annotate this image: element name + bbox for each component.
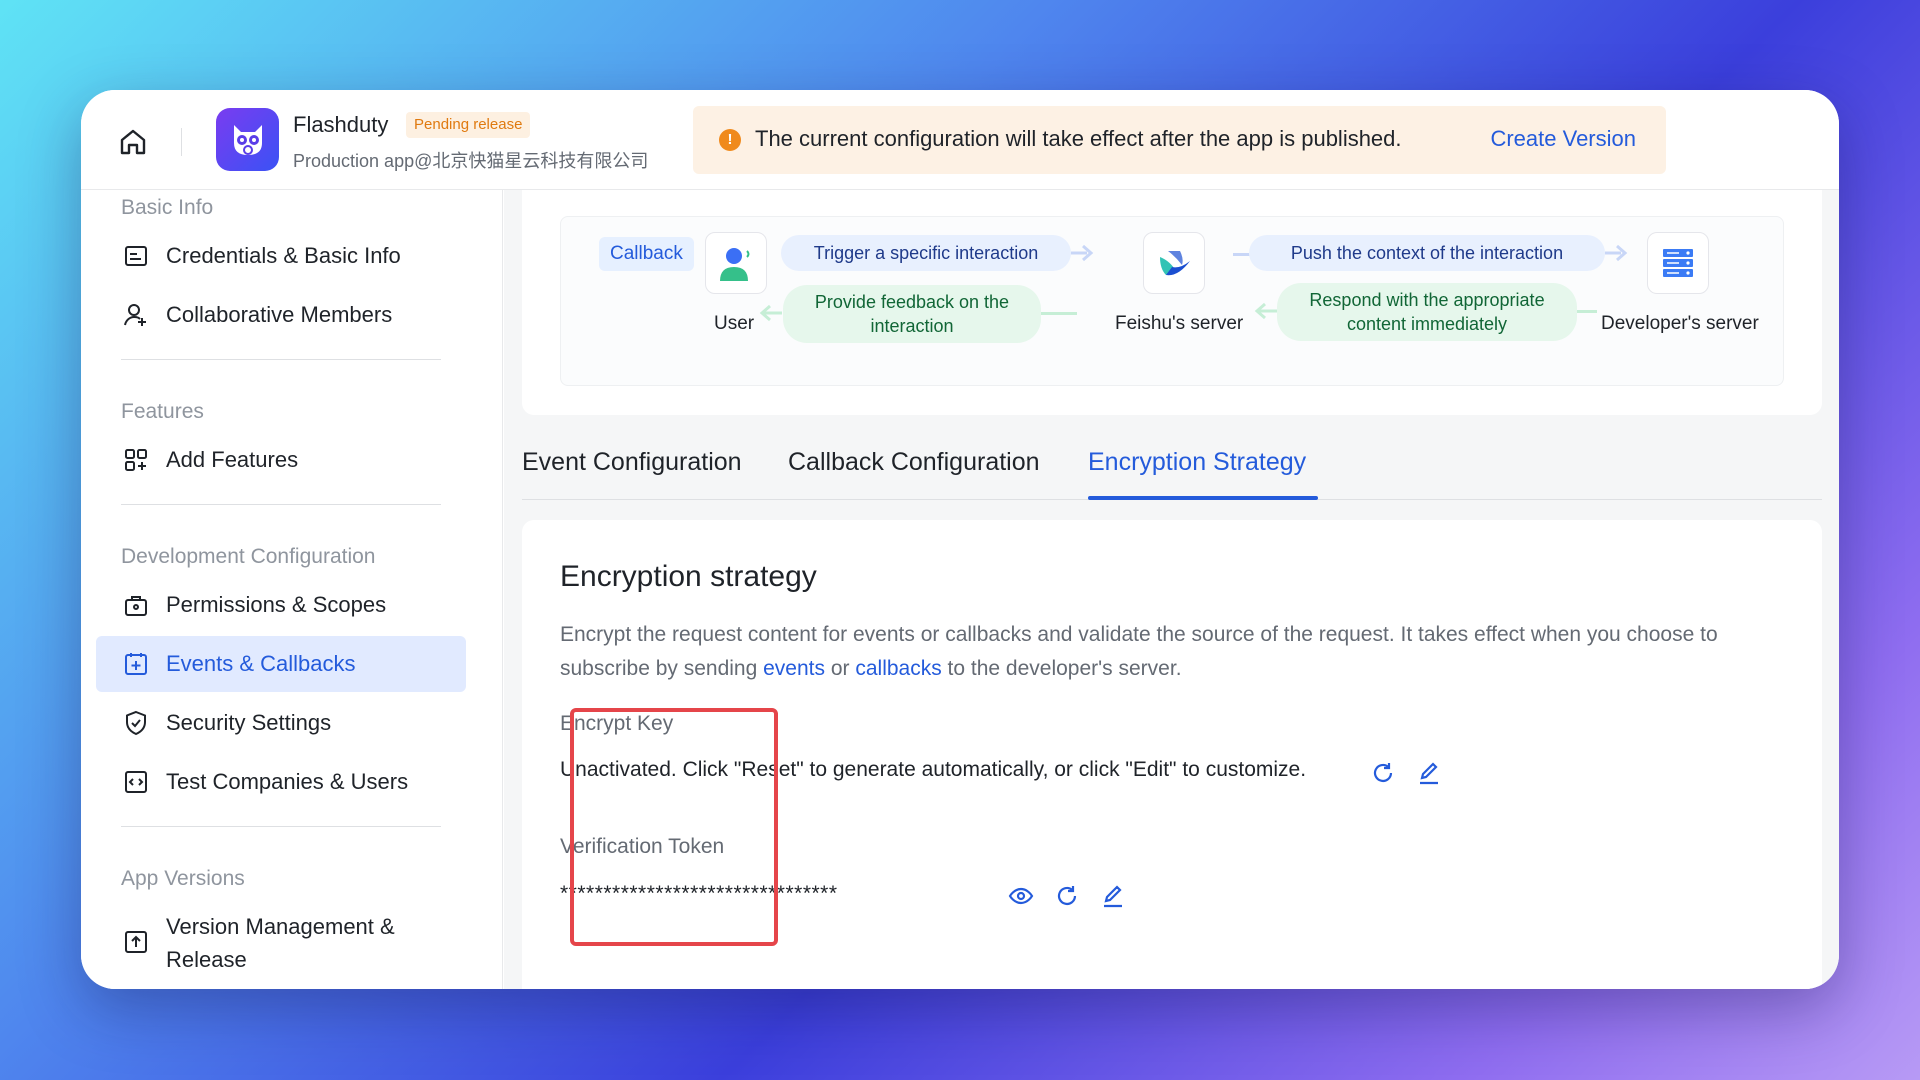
reset-icon[interactable] bbox=[1054, 883, 1080, 909]
sidebar-item-events-callbacks[interactable]: Events & Callbacks bbox=[96, 636, 466, 692]
sidebar-item-members[interactable]: Collaborative Members bbox=[96, 287, 466, 343]
sidebar-item-label: Add Features bbox=[166, 447, 299, 472]
app-name: Flashduty bbox=[293, 112, 389, 137]
app-window: Flashduty Pending release Production app… bbox=[81, 90, 1839, 989]
connector-line bbox=[1577, 310, 1597, 313]
sidebar-item-label: Permissions & Scopes bbox=[166, 592, 387, 617]
sidebar-item-add-features[interactable]: Add Features bbox=[96, 432, 466, 488]
edit-icon[interactable] bbox=[1416, 760, 1442, 786]
top-header: Flashduty Pending release Production app… bbox=[81, 90, 1839, 190]
code-window-icon bbox=[125, 771, 147, 793]
verification-token-value: ******************************** bbox=[560, 882, 838, 905]
feedback-line2: interaction bbox=[870, 316, 954, 336]
sidebar-divider bbox=[121, 826, 441, 827]
tab-event-configuration[interactable]: Event Configuration bbox=[522, 448, 742, 477]
feedback-pill: Provide feedback on the interaction bbox=[783, 285, 1041, 343]
section-description: Encrypt the request content for events o… bbox=[560, 618, 1800, 686]
sidebar-item-label: Test Companies & Users bbox=[166, 769, 409, 794]
arrow-left-icon bbox=[1254, 302, 1277, 320]
section-basic-info: Basic Info bbox=[121, 196, 214, 219]
user-label: User bbox=[714, 313, 755, 334]
section-features: Features bbox=[121, 400, 204, 423]
sidebar-item-label: Security Settings bbox=[166, 710, 332, 735]
create-version-link[interactable]: Create Version bbox=[1490, 126, 1636, 152]
cat-mascot-icon bbox=[233, 124, 262, 155]
edit-icon[interactable] bbox=[1100, 883, 1126, 909]
briefcase-lock-icon bbox=[125, 596, 147, 616]
sidebar-item-version-management[interactable]: Version Management & Release bbox=[96, 902, 466, 972]
status-badge: Pending release bbox=[406, 112, 531, 138]
sidebar-item-label: Version Management & Release bbox=[166, 910, 395, 976]
callbacks-link[interactable]: callbacks bbox=[855, 657, 941, 680]
trigger-pill: Trigger a specific interaction bbox=[781, 235, 1071, 271]
arrow-right-icon bbox=[1605, 244, 1628, 262]
callback-flow-diagram: Callback User Trigger a specific interac… bbox=[560, 216, 1784, 386]
warning-icon: ! bbox=[719, 129, 741, 151]
section-app-versions: App Versions bbox=[121, 867, 245, 890]
header-divider bbox=[181, 128, 182, 156]
tab-callback-configuration[interactable]: Callback Configuration bbox=[788, 448, 1040, 477]
sidebar-item-label: Collaborative Members bbox=[166, 302, 393, 327]
sidebar-item-label: Events & Callbacks bbox=[166, 651, 356, 676]
sidebar-item-credentials[interactable]: Credentials & Basic Info bbox=[96, 228, 466, 284]
server-icon bbox=[1663, 249, 1693, 277]
sidebar-item-test-companies[interactable]: Test Companies & Users bbox=[96, 754, 466, 810]
tab-encryption-strategy[interactable]: Encryption Strategy bbox=[1088, 448, 1306, 477]
sidebar-item-label-line2: Release bbox=[166, 947, 247, 972]
callback-diagram-card: Callback User Trigger a specific interac… bbox=[522, 190, 1822, 415]
shield-check-icon bbox=[126, 710, 146, 736]
sidebar-item-security[interactable]: Security Settings bbox=[96, 695, 466, 751]
desc-text: to the developer's server. bbox=[941, 657, 1182, 680]
section-development: Development Configuration bbox=[121, 545, 376, 568]
config-tabs: Event Configuration Callback Configurati… bbox=[522, 430, 1822, 500]
notice-text: The current configuration will take effe… bbox=[755, 126, 1402, 151]
feishu-server-node bbox=[1143, 232, 1205, 294]
verification-token-label: Verification Token bbox=[560, 835, 725, 858]
respond-pill: Respond with the appropriate content imm… bbox=[1277, 283, 1577, 341]
id-card-icon bbox=[125, 246, 147, 266]
add-member-icon bbox=[124, 304, 146, 326]
connector-line bbox=[1041, 312, 1077, 315]
active-tab-indicator bbox=[1088, 496, 1318, 500]
encryption-card: Encryption strategy Encrypt the request … bbox=[522, 520, 1822, 989]
sidebar: Basic Info Credentials & Basic Info Coll… bbox=[81, 190, 503, 989]
section-title: Encryption strategy bbox=[560, 560, 817, 593]
feishu-server-label: Feishu's server bbox=[1115, 313, 1244, 334]
push-context-pill: Push the context of the interaction bbox=[1249, 235, 1605, 271]
arrow-right-icon bbox=[1071, 244, 1094, 262]
sidebar-divider bbox=[121, 504, 441, 505]
respond-line1: Respond with the appropriate bbox=[1309, 290, 1545, 310]
encrypt-key-value: Unactivated. Click "Reset" to generate a… bbox=[560, 758, 1307, 781]
feedback-line1: Provide feedback on the bbox=[814, 292, 1010, 312]
sidebar-item-permissions[interactable]: Permissions & Scopes bbox=[96, 577, 466, 633]
main-content: Callback User Trigger a specific interac… bbox=[504, 190, 1839, 989]
app-logo bbox=[216, 108, 279, 171]
sidebar-item-label: Credentials & Basic Info bbox=[166, 243, 401, 268]
callback-tag: Callback bbox=[599, 237, 694, 271]
encrypt-key-label: Encrypt Key bbox=[560, 712, 674, 735]
home-icon[interactable] bbox=[117, 126, 149, 158]
user-icon bbox=[720, 248, 750, 281]
app-subtitle: Production app@北京快猫星云科技有限公司 bbox=[293, 151, 649, 171]
apps-grid-icon bbox=[125, 449, 147, 471]
reset-icon[interactable] bbox=[1370, 760, 1396, 786]
events-link[interactable]: events bbox=[763, 657, 825, 680]
arrow-left-icon bbox=[759, 304, 782, 322]
feishu-logo-icon bbox=[1160, 251, 1190, 276]
event-add-icon bbox=[125, 653, 147, 675]
developer-server-node bbox=[1647, 232, 1709, 294]
upload-box-icon bbox=[125, 931, 147, 953]
desc-text: or bbox=[825, 657, 856, 680]
user-node bbox=[705, 232, 767, 294]
sidebar-item-label-line1: Version Management & bbox=[166, 914, 395, 939]
eye-icon[interactable] bbox=[1008, 883, 1034, 909]
publish-notice-banner: ! The current configuration will take ef… bbox=[693, 106, 1666, 174]
sidebar-divider bbox=[121, 359, 441, 360]
respond-line2: content immediately bbox=[1346, 314, 1508, 334]
developer-server-label: Developer's server bbox=[1601, 313, 1759, 334]
